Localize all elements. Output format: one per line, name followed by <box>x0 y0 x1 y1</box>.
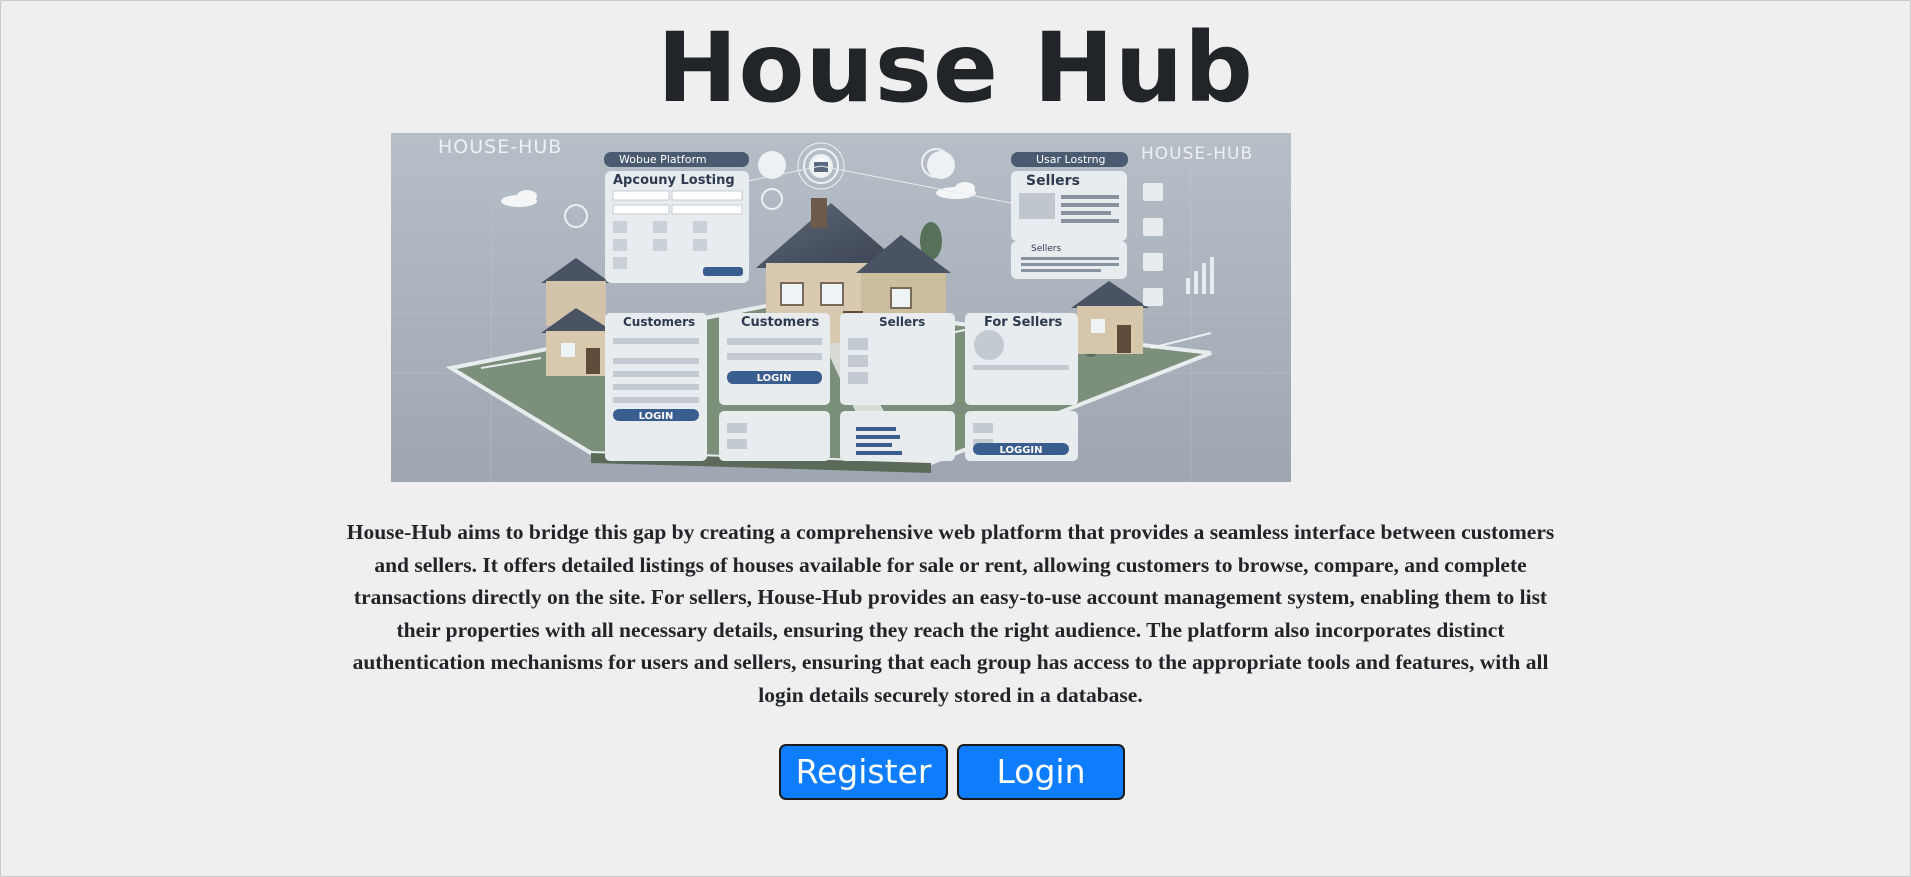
hero-card-sellers-top-title: Sellers <box>1026 173 1080 189</box>
hero-card-customers-1: Customers <box>623 315 695 329</box>
hero-tag-left: Wobue Platform <box>619 153 707 166</box>
hero-card-customers-2: Customers <box>741 315 819 330</box>
hero-card-sellers-small-title: Sellers <box>1031 244 1061 254</box>
login-button[interactable]: Login <box>957 744 1125 800</box>
register-button[interactable]: Register <box>779 744 948 800</box>
hero-tag-right: Usar Lostrng <box>1036 153 1106 166</box>
hero-brand-right: HOUSE-HUB <box>1141 144 1253 164</box>
hero-login-1: LOGIN <box>639 411 674 422</box>
page-title: House Hub <box>657 12 1254 124</box>
hero-brand-left: HOUSE-HUB <box>438 136 562 158</box>
hero-card-sellers-mid: Sellers <box>879 315 925 329</box>
hero-image: HOUSE-HUB HOUSE-HUB Wobue Platform Usar … <box>391 133 1291 482</box>
hero-login-3: LOGGIN <box>999 445 1042 456</box>
description-text: House-Hub aims to bridge this gap by cre… <box>346 520 1555 707</box>
hero-login-2: LOGIN <box>757 373 792 384</box>
hero-card-account-title: Apcouny Losting <box>613 173 735 188</box>
hero-card-for-sellers: For Sellers <box>984 315 1063 330</box>
